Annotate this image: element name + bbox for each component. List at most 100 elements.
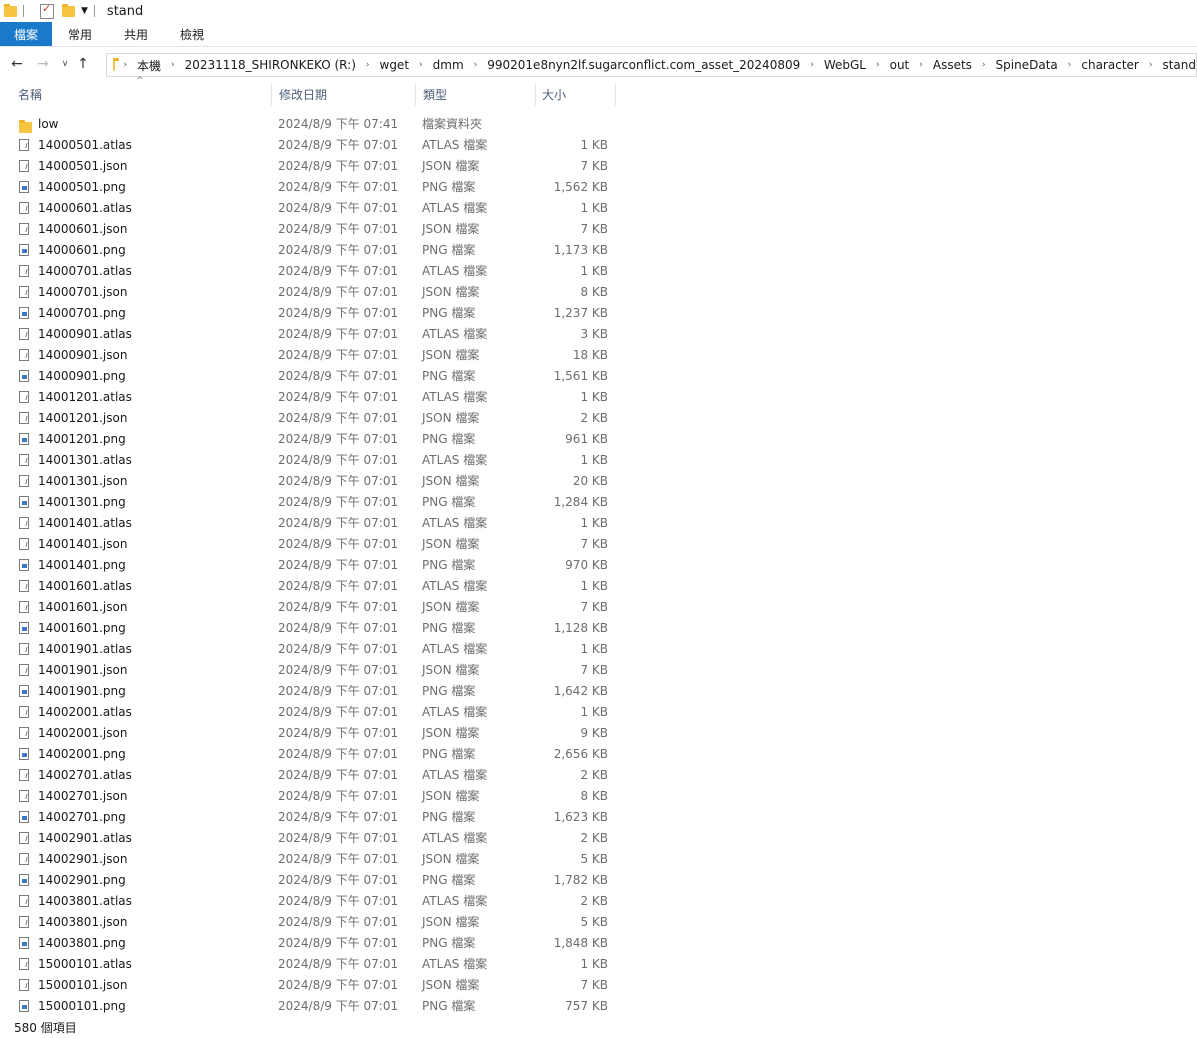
chevron-right-icon[interactable]: ›: [810, 60, 814, 70]
chevron-right-icon[interactable]: ›: [876, 60, 880, 70]
file-row[interactable]: 14000501.png 2024/8/9 下午 07:01 PNG 檔案 1,562…: [0, 177, 620, 198]
chevron-down-icon[interactable]: ▼: [81, 6, 88, 16]
file-row[interactable]: 14002701.json 2024/8/9 下午 07:01 JSON 檔案 8 K…: [0, 786, 620, 807]
column-divider[interactable]: [415, 84, 416, 106]
image-file-icon: [19, 685, 32, 699]
properties-icon[interactable]: [40, 2, 54, 19]
column-header-date[interactable]: 修改日期: [279, 82, 327, 108]
breadcrumb-item[interactable]: character: [1081, 58, 1138, 72]
back-arrow-icon[interactable]: ←: [6, 56, 28, 72]
file-row[interactable]: 14002901.json 2024/8/9 下午 07:01 JSON 檔案 5 K…: [0, 849, 620, 870]
breadcrumb-item[interactable]: Assets: [933, 58, 972, 72]
file-icon: [19, 580, 32, 594]
file-row[interactable]: 14002701.png 2024/8/9 下午 07:01 PNG 檔案 1,623…: [0, 807, 620, 828]
file-row[interactable]: 14003801.atlas 2024/8/9 下午 07:01 ATLAS 檔案 2…: [0, 891, 620, 912]
breadcrumb-item[interactable]: WebGL: [824, 58, 866, 72]
breadcrumb-item[interactable]: out: [890, 58, 910, 72]
file-row[interactable]: 14001401.json 2024/8/9 下午 07:01 JSON 檔案 7 K…: [0, 534, 620, 555]
chevron-right-icon[interactable]: ›: [171, 60, 175, 70]
file-row[interactable]: 14001601.atlas 2024/8/9 下午 07:01 ATLAS 檔案 1…: [0, 576, 620, 597]
file-row[interactable]: 14001301.png 2024/8/9 下午 07:01 PNG 檔案 1,284…: [0, 492, 620, 513]
file-row[interactable]: 14001301.atlas 2024/8/9 下午 07:01 ATLAS 檔案 1…: [0, 450, 620, 471]
file-row[interactable]: 14001601.png 2024/8/9 下午 07:01 PNG 檔案 1,128…: [0, 618, 620, 639]
chevron-right-icon[interactable]: ›: [123, 60, 127, 70]
file-row[interactable]: 14002901.png 2024/8/9 下午 07:01 PNG 檔案 1,782…: [0, 870, 620, 891]
file-icon: [19, 139, 32, 153]
breadcrumb-item[interactable]: 990201e8nyn2lf.sugarconflict.com_asset_2…: [487, 58, 800, 72]
file-type: ATLAS 檔案: [422, 264, 488, 278]
chevron-right-icon[interactable]: ›: [1068, 60, 1072, 70]
column-header-size[interactable]: 大小: [542, 82, 566, 108]
file-size: 2,656 KB: [553, 747, 608, 761]
breadcrumb-item[interactable]: 20231118_SHIRONKEKO (R:): [185, 58, 356, 72]
file-row[interactable]: 14002001.json 2024/8/9 下午 07:01 JSON 檔案 9 K…: [0, 723, 620, 744]
file-row[interactable]: 14001201.png 2024/8/9 下午 07:01 PNG 檔案 961 K…: [0, 429, 620, 450]
file-row[interactable]: 14002701.atlas 2024/8/9 下午 07:01 ATLAS 檔案 2…: [0, 765, 620, 786]
file-row[interactable]: 14000901.png 2024/8/9 下午 07:01 PNG 檔案 1,561…: [0, 366, 620, 387]
file-row[interactable]: 14000601.atlas 2024/8/9 下午 07:01 ATLAS 檔案 1…: [0, 198, 620, 219]
chevron-right-icon[interactable]: ›: [1149, 60, 1153, 70]
breadcrumb-item[interactable]: 本機: [137, 57, 161, 74]
file-name: 14000501.atlas: [38, 138, 132, 152]
tab-home[interactable]: 常用: [52, 22, 108, 46]
file-row[interactable]: 14000901.json 2024/8/9 下午 07:01 JSON 檔案 18 …: [0, 345, 620, 366]
chevron-right-icon[interactable]: ›: [366, 60, 370, 70]
file-size: 7 KB: [580, 222, 608, 236]
file-date: 2024/8/9 下午 07:01: [278, 726, 399, 740]
file-date: 2024/8/9 下午 07:01: [278, 159, 399, 173]
breadcrumb-item[interactable]: SpineData: [996, 58, 1058, 72]
column-divider[interactable]: [615, 84, 616, 106]
file-row[interactable]: 14001901.atlas 2024/8/9 下午 07:01 ATLAS 檔案 1…: [0, 639, 620, 660]
column-divider[interactable]: [535, 84, 536, 106]
file-date: 2024/8/9 下午 07:01: [278, 789, 399, 803]
breadcrumb-item[interactable]: dmm: [433, 58, 464, 72]
file-name: 14001201.png: [38, 432, 126, 446]
file-row[interactable]: 15000101.png 2024/8/9 下午 07:01 PNG 檔案 757 K…: [0, 996, 620, 1017]
new-folder-icon[interactable]: [62, 3, 75, 17]
file-row[interactable]: 14001401.png 2024/8/9 下午 07:01 PNG 檔案 970 K…: [0, 555, 620, 576]
tab-file[interactable]: 檔案: [0, 22, 53, 46]
file-row[interactable]: 14001201.json 2024/8/9 下午 07:01 JSON 檔案 2 K…: [0, 408, 620, 429]
breadcrumb-item[interactable]: stand: [1162, 58, 1196, 72]
tab-share[interactable]: 共用: [108, 22, 164, 46]
chevron-right-icon[interactable]: ›: [982, 60, 986, 70]
chevron-right-icon[interactable]: ›: [419, 60, 423, 70]
file-row[interactable]: 14001901.png 2024/8/9 下午 07:01 PNG 檔案 1,642…: [0, 681, 620, 702]
column-header-name[interactable]: 名稱: [18, 82, 42, 108]
file-row[interactable]: 14000701.atlas 2024/8/9 下午 07:01 ATLAS 檔案 1…: [0, 261, 620, 282]
file-row[interactable]: 14003801.png 2024/8/9 下午 07:01 PNG 檔案 1,848…: [0, 933, 620, 954]
file-row[interactable]: 14001301.json 2024/8/9 下午 07:01 JSON 檔案 20 …: [0, 471, 620, 492]
file-row[interactable]: 14000601.json 2024/8/9 下午 07:01 JSON 檔案 7 K…: [0, 219, 620, 240]
file-row[interactable]: 14000701.png 2024/8/9 下午 07:01 PNG 檔案 1,237…: [0, 303, 620, 324]
file-row[interactable]: low 2024/8/9 下午 07:41 檔案資料夾: [0, 114, 620, 135]
file-row[interactable]: 14002001.atlas 2024/8/9 下午 07:01 ATLAS 檔案 1…: [0, 702, 620, 723]
file-row[interactable]: 14001601.json 2024/8/9 下午 07:01 JSON 檔案 7 K…: [0, 597, 620, 618]
file-icon: [19, 916, 32, 930]
recent-dropdown-icon[interactable]: ∨: [58, 59, 72, 69]
file-row[interactable]: 14001201.atlas 2024/8/9 下午 07:01 ATLAS 檔案 1…: [0, 387, 620, 408]
file-row[interactable]: 14000701.json 2024/8/9 下午 07:01 JSON 檔案 8 K…: [0, 282, 620, 303]
file-date: 2024/8/9 下午 07:01: [278, 873, 399, 887]
file-row[interactable]: 14001401.atlas 2024/8/9 下午 07:01 ATLAS 檔案 1…: [0, 513, 620, 534]
file-row[interactable]: 14002901.atlas 2024/8/9 下午 07:01 ATLAS 檔案 2…: [0, 828, 620, 849]
file-row[interactable]: 15000101.json 2024/8/9 下午 07:01 JSON 檔案 7 K…: [0, 975, 620, 996]
file-row[interactable]: 14000601.png 2024/8/9 下午 07:01 PNG 檔案 1,173…: [0, 240, 620, 261]
file-size: 970 KB: [565, 558, 608, 572]
forward-arrow-icon[interactable]: →: [32, 56, 54, 72]
file-row[interactable]: 15000101.atlas 2024/8/9 下午 07:01 ATLAS 檔案 1…: [0, 954, 620, 975]
chevron-right-icon[interactable]: ›: [919, 60, 923, 70]
tab-view[interactable]: 檢視: [164, 22, 220, 46]
column-divider[interactable]: [271, 84, 272, 106]
file-size: 1,237 KB: [553, 306, 608, 320]
breadcrumb-item[interactable]: wget: [380, 58, 410, 72]
file-row[interactable]: 14000501.atlas 2024/8/9 下午 07:01 ATLAS 檔案 1…: [0, 135, 620, 156]
up-arrow-icon[interactable]: ↑: [72, 56, 94, 72]
chevron-right-icon[interactable]: ›: [474, 60, 478, 70]
file-row[interactable]: 14000901.atlas 2024/8/9 下午 07:01 ATLAS 檔案 3…: [0, 324, 620, 345]
file-row[interactable]: 14002001.png 2024/8/9 下午 07:01 PNG 檔案 2,656…: [0, 744, 620, 765]
address-bar[interactable]: › 本機 › 20231118_SHIRONKEKO (R:) › wget ›…: [106, 53, 1197, 77]
file-row[interactable]: 14003801.json 2024/8/9 下午 07:01 JSON 檔案 5 K…: [0, 912, 620, 933]
file-row[interactable]: 14001901.json 2024/8/9 下午 07:01 JSON 檔案 7 K…: [0, 660, 620, 681]
column-header-type[interactable]: 類型: [423, 82, 447, 108]
file-row[interactable]: 14000501.json 2024/8/9 下午 07:01 JSON 檔案 7 K…: [0, 156, 620, 177]
